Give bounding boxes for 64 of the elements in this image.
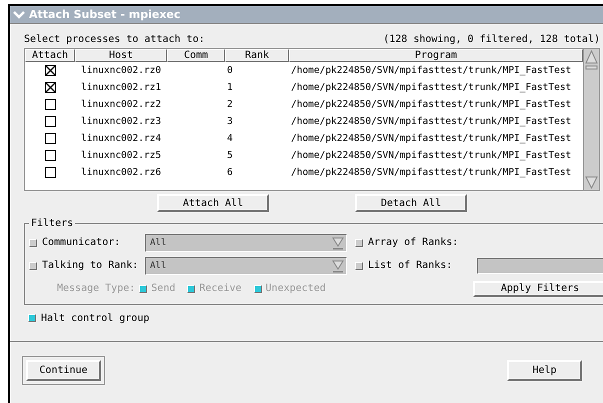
message-type-label: Message Type: bbox=[57, 283, 136, 294]
table-cell-text: 3 bbox=[226, 116, 234, 127]
scrollbar[interactable] bbox=[583, 49, 599, 190]
table-cell-text: linuxnc002.rz5 bbox=[80, 150, 162, 161]
filter-label: Array of Ranks: bbox=[368, 237, 458, 248]
column-header[interactable]: Attach bbox=[25, 49, 75, 62]
table-cell-text: linuxnc002.rz1 bbox=[80, 82, 162, 93]
checkbox[interactable] bbox=[44, 99, 56, 110]
summary-label: (128 showing, 0 filtered, 128 total) bbox=[383, 34, 600, 47]
table-cell-text: 1 bbox=[226, 82, 234, 93]
table-cell-text: 4 bbox=[226, 133, 234, 144]
column-header[interactable]: Host bbox=[75, 49, 167, 62]
table-cell-text: /home/pk224850/SVN/mpifasttest/trunk/MPI_FastTest bbox=[290, 65, 572, 76]
input-field[interactable] bbox=[477, 258, 603, 274]
table-cell-text: /home/pk224850/SVN/mpifasttest/trunk/MPI_FastTest bbox=[290, 167, 572, 178]
table-cell-text: /home/pk224850/SVN/mpifasttest/trunk/MPI_FastTest bbox=[290, 99, 572, 110]
table-action-button[interactable]: Attach All bbox=[157, 194, 269, 212]
dropdown[interactable]: All bbox=[145, 256, 347, 274]
scroll-down-icon[interactable] bbox=[585, 175, 598, 189]
table-cell-text: 6 bbox=[226, 167, 234, 178]
table-cell-text: linuxnc002.rz2 bbox=[80, 99, 162, 110]
option-label: Receive bbox=[199, 283, 242, 294]
toggle-checkbox[interactable] bbox=[355, 262, 363, 270]
filter-label: Communicator: bbox=[42, 237, 122, 248]
column-header[interactable]: Rank bbox=[225, 49, 289, 62]
filters-title: Filters bbox=[30, 218, 74, 229]
checkbox[interactable] bbox=[44, 150, 56, 161]
option-label: Send bbox=[151, 283, 176, 294]
table-cell-text: /home/pk224850/SVN/mpifasttest/trunk/MPI_FastTest bbox=[290, 150, 572, 161]
table-cell-text: 2 bbox=[226, 99, 234, 110]
checked-checkbox[interactable] bbox=[44, 82, 56, 93]
halt-label: Halt control group bbox=[41, 312, 150, 324]
dropdown-arrow-icon bbox=[332, 258, 344, 272]
dialog-button[interactable]: Help bbox=[507, 360, 582, 381]
table-cell-text: /home/pk224850/SVN/mpifasttest/trunk/MPI_FastTest bbox=[290, 82, 572, 93]
table-action-button[interactable]: Detach All bbox=[355, 194, 467, 212]
toggle-checkbox[interactable] bbox=[28, 314, 36, 322]
dropdown-arrow-icon bbox=[332, 236, 344, 250]
prompt-label: Select processes to attach to: bbox=[24, 34, 205, 47]
checked-checkbox[interactable] bbox=[44, 65, 56, 76]
toggle-checkbox[interactable] bbox=[29, 262, 37, 270]
table-cell-text: /home/pk224850/SVN/mpifasttest/trunk/MPI_FastTest bbox=[290, 133, 572, 144]
checkbox[interactable] bbox=[44, 133, 56, 144]
table-cell-text: linuxnc002.rz4 bbox=[80, 133, 162, 144]
option-label: Unexpected bbox=[266, 283, 326, 294]
window-title: Attach Subset - mpiexec bbox=[29, 8, 180, 21]
checkbox[interactable] bbox=[44, 116, 56, 127]
checkbox[interactable] bbox=[44, 167, 56, 178]
column-header[interactable]: Program bbox=[289, 49, 583, 62]
column-header[interactable]: Comm bbox=[167, 49, 225, 62]
table-cell-text: linuxnc002.rz3 bbox=[80, 116, 162, 127]
toggle-checkbox[interactable] bbox=[355, 238, 363, 246]
table-cell-text: linuxnc002.rz0 bbox=[80, 65, 162, 76]
dropdown[interactable]: All bbox=[145, 234, 347, 252]
filter-label: Talking to Rank: bbox=[42, 260, 140, 271]
filter-label: List of Ranks: bbox=[368, 260, 454, 271]
dialog-button[interactable]: Continue bbox=[26, 360, 101, 381]
table-cell-text: /home/pk224850/SVN/mpifasttest/trunk/MPI_FastTest bbox=[290, 116, 572, 127]
scroll-up-icon[interactable] bbox=[585, 49, 598, 71]
apply-filters-button[interactable]: Apply Filters bbox=[473, 280, 603, 296]
table-cell-text: 0 bbox=[226, 65, 234, 76]
toggle-checkbox[interactable] bbox=[29, 238, 37, 246]
table-cell-text: 5 bbox=[226, 150, 234, 161]
table-cell-text: linuxnc002.rz6 bbox=[80, 167, 162, 178]
